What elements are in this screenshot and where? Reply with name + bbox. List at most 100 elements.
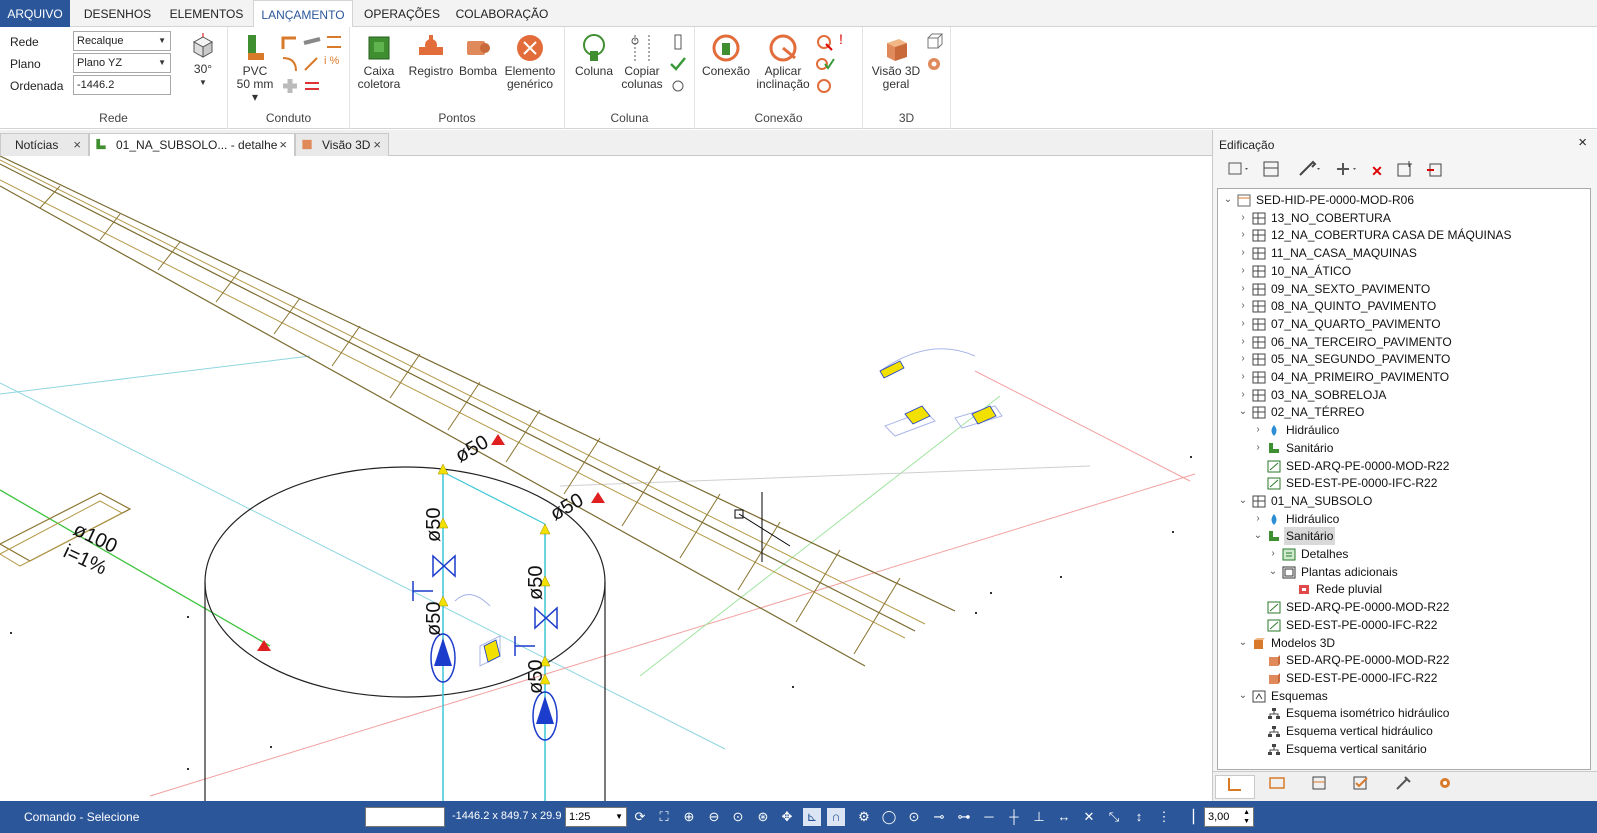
tree-item[interactable]: ⌄ Modelos 3D bbox=[1218, 634, 1590, 652]
layers-view-icon[interactable] bbox=[1299, 775, 1339, 799]
zoom-realtime-icon[interactable]: ⊛ bbox=[754, 808, 772, 826]
chevron-right-icon[interactable]: › bbox=[1237, 350, 1249, 368]
remove-connection-icon[interactable] bbox=[815, 33, 835, 51]
snap-midpoint-icon[interactable]: ⊶ bbox=[955, 808, 973, 826]
chevron-right-icon[interactable]: › bbox=[1237, 368, 1249, 386]
tree-item[interactable]: SED-EST-PE-0000-IFC-R22 bbox=[1218, 474, 1590, 492]
pipe-swap-icon[interactable] bbox=[302, 77, 322, 95]
gear-icon[interactable] bbox=[925, 55, 943, 73]
pan-icon[interactable]: ✥ bbox=[778, 808, 796, 826]
close-icon[interactable]: × bbox=[1578, 134, 1587, 151]
close-icon[interactable]: × bbox=[73, 134, 81, 156]
chevron-right-icon[interactable]: › bbox=[1237, 244, 1249, 262]
tree-item[interactable]: › Detalhes bbox=[1218, 545, 1590, 563]
tree-item[interactable]: Esquema isométrico hidráulico bbox=[1218, 704, 1590, 722]
tree-item[interactable]: › 05_NA_SEGUNDO_PAVIMENTO bbox=[1218, 350, 1590, 368]
chevron-right-icon[interactable]: › bbox=[1237, 262, 1249, 280]
pipe-elbow-icon[interactable] bbox=[280, 33, 300, 51]
coluna-button[interactable]: Coluna bbox=[569, 33, 619, 78]
sheets-view-icon[interactable] bbox=[1257, 775, 1297, 799]
copiar-colunas-button[interactable]: Copiar colunas bbox=[619, 33, 665, 91]
tools-icon[interactable] bbox=[1295, 160, 1323, 182]
tree-item[interactable]: SED-EST-PE-0000-IFC-R22 bbox=[1218, 669, 1590, 687]
doc-tab-visao-3d[interactable]: Visão 3D × bbox=[295, 133, 389, 156]
check-connection-icon[interactable] bbox=[815, 55, 835, 73]
snap-line-icon[interactable]: ─ bbox=[980, 808, 998, 826]
aplicar-inclinacao-button[interactable]: Aplicar inclinação bbox=[755, 33, 811, 91]
tree-item[interactable]: SED-ARQ-PE-0000-MOD-R22 bbox=[1218, 598, 1590, 616]
chevron-right-icon[interactable]: › bbox=[1267, 545, 1279, 563]
new-item-icon[interactable] bbox=[1391, 160, 1419, 182]
tree-item[interactable]: › 08_NA_QUINTO_PAVIMENTO bbox=[1218, 297, 1590, 315]
export-icon[interactable] bbox=[1421, 160, 1449, 182]
chevron-right-icon[interactable]: › bbox=[1237, 280, 1249, 298]
view-mode-icon[interactable] bbox=[1225, 160, 1253, 182]
tree-item[interactable]: SED-EST-PE-0000-IFC-R22 bbox=[1218, 616, 1590, 634]
tree-item[interactable]: ⌄ 01_NA_SUBSOLO bbox=[1218, 492, 1590, 510]
cube-outline-icon[interactable] bbox=[925, 33, 943, 51]
zoom-extents-icon[interactable]: ⟳ bbox=[631, 808, 649, 826]
ordenada-input[interactable]: -1446.2 bbox=[73, 75, 171, 95]
chevron-right-icon[interactable]: › bbox=[1252, 510, 1264, 528]
doc-tab-subsolo[interactable]: 01_NA_SUBSOLO... - detalhe S1 × bbox=[89, 133, 295, 174]
chevron-down-icon[interactable]: ⌄ bbox=[1267, 563, 1279, 581]
snap-center-icon[interactable]: ⊙ bbox=[905, 808, 923, 826]
tree-item[interactable]: › 09_NA_SEXTO_PAVIMENTO bbox=[1218, 280, 1590, 298]
snap-endpoint-icon[interactable]: ⊸ bbox=[930, 808, 948, 826]
caixa-coletora-button[interactable]: Caixa coletora bbox=[356, 33, 402, 91]
tree-item[interactable]: › Hidráulico bbox=[1218, 421, 1590, 439]
check-icon[interactable] bbox=[669, 55, 687, 73]
tab-elementos[interactable]: ELEMENTOS bbox=[164, 0, 249, 28]
bomba-button[interactable]: Bomba bbox=[458, 33, 498, 78]
chevron-right-icon[interactable]: › bbox=[1237, 315, 1249, 333]
snap-parallel-icon[interactable]: ↔ bbox=[1055, 808, 1073, 826]
scale-select[interactable]: 1:25 ▼ bbox=[565, 807, 627, 827]
tree-item[interactable]: › Hidráulico bbox=[1218, 510, 1590, 528]
angle-button[interactable]: 30° ▼ bbox=[185, 33, 221, 89]
doc-tab-noticias[interactable]: Notícias × bbox=[0, 133, 89, 156]
elemento-generico-button[interactable]: Elemento genérico bbox=[502, 33, 558, 91]
pipe-cross-icon[interactable] bbox=[280, 77, 300, 95]
chevron-down-icon[interactable]: ⌄ bbox=[1252, 527, 1264, 545]
chevron-down-icon[interactable]: ⌄ bbox=[1237, 492, 1249, 510]
tree-item[interactable]: ⌄ Esquemas bbox=[1218, 687, 1590, 705]
tools-view-icon[interactable] bbox=[1383, 775, 1423, 799]
pipe-diagonal-icon[interactable] bbox=[302, 55, 322, 73]
pipe-arrows-icon[interactable] bbox=[324, 33, 344, 51]
zoom-in-icon[interactable]: ⊕ bbox=[680, 808, 698, 826]
delete-icon[interactable]: ✕ bbox=[1363, 160, 1391, 182]
tab-desenhos[interactable]: DESENHOS bbox=[75, 0, 160, 28]
close-icon[interactable]: × bbox=[373, 134, 381, 156]
ortho-icon[interactable]: ⊾ bbox=[803, 808, 821, 826]
tree-item[interactable]: › Sanitário bbox=[1218, 439, 1590, 457]
rede-select[interactable]: Recalque ▼ bbox=[73, 31, 171, 51]
command-input[interactable] bbox=[365, 807, 445, 827]
tab-arquivo[interactable]: ARQUIVO bbox=[0, 0, 70, 28]
tree-item[interactable]: SED-ARQ-PE-0000-MOD-R22 bbox=[1218, 651, 1590, 669]
tree-item[interactable]: › 11_NA_CASA_MAQUINAS bbox=[1218, 244, 1590, 262]
tree-item[interactable]: SED-ARQ-PE-0000-MOD-R22 bbox=[1218, 457, 1590, 475]
plano-select[interactable]: Plano YZ ▼ bbox=[73, 53, 171, 73]
snap-circle-icon[interactable]: ◯ bbox=[880, 808, 898, 826]
chevron-right-icon[interactable]: › bbox=[1237, 226, 1249, 244]
tree-item[interactable]: ⌄ Plantas adicionais bbox=[1218, 563, 1590, 581]
visao-3d-geral-button[interactable]: Visão 3D geral bbox=[867, 33, 925, 91]
tree-item[interactable]: ⌄ 02_NA_TÉRREO bbox=[1218, 403, 1590, 421]
chevron-right-icon[interactable]: › bbox=[1237, 297, 1249, 315]
line-width-icon[interactable]: ▕ bbox=[1180, 808, 1198, 826]
column-link-icon[interactable] bbox=[669, 77, 687, 95]
drawing-canvas[interactable]: ø50 ø50 ø50 ø50 ø50 ø50 ø100 i=1% bbox=[0, 156, 1212, 801]
close-icon[interactable]: × bbox=[279, 134, 287, 156]
pipe-curve-icon[interactable] bbox=[280, 55, 300, 73]
tree-item[interactable]: › 07_NA_QUARTO_PAVIMENTO bbox=[1218, 315, 1590, 333]
zoom-out-icon[interactable]: ⊖ bbox=[705, 808, 723, 826]
tab-operacoes[interactable]: OPERAÇÕES bbox=[357, 0, 447, 28]
tree-item[interactable]: › 06_NA_TERCEIRO_PAVIMENTO bbox=[1218, 333, 1590, 351]
snap-cross-icon[interactable]: ┼ bbox=[1005, 808, 1023, 826]
tree-item[interactable]: Esquema vertical sanitário bbox=[1218, 740, 1590, 758]
zoom-window-icon[interactable]: ⛶ bbox=[655, 808, 673, 826]
zoom-previous-icon[interactable]: ⊙ bbox=[729, 808, 747, 826]
checklist-view-icon[interactable] bbox=[1341, 775, 1381, 799]
registro-button[interactable]: Registro bbox=[408, 33, 454, 78]
column-tool-icon[interactable] bbox=[669, 33, 687, 51]
